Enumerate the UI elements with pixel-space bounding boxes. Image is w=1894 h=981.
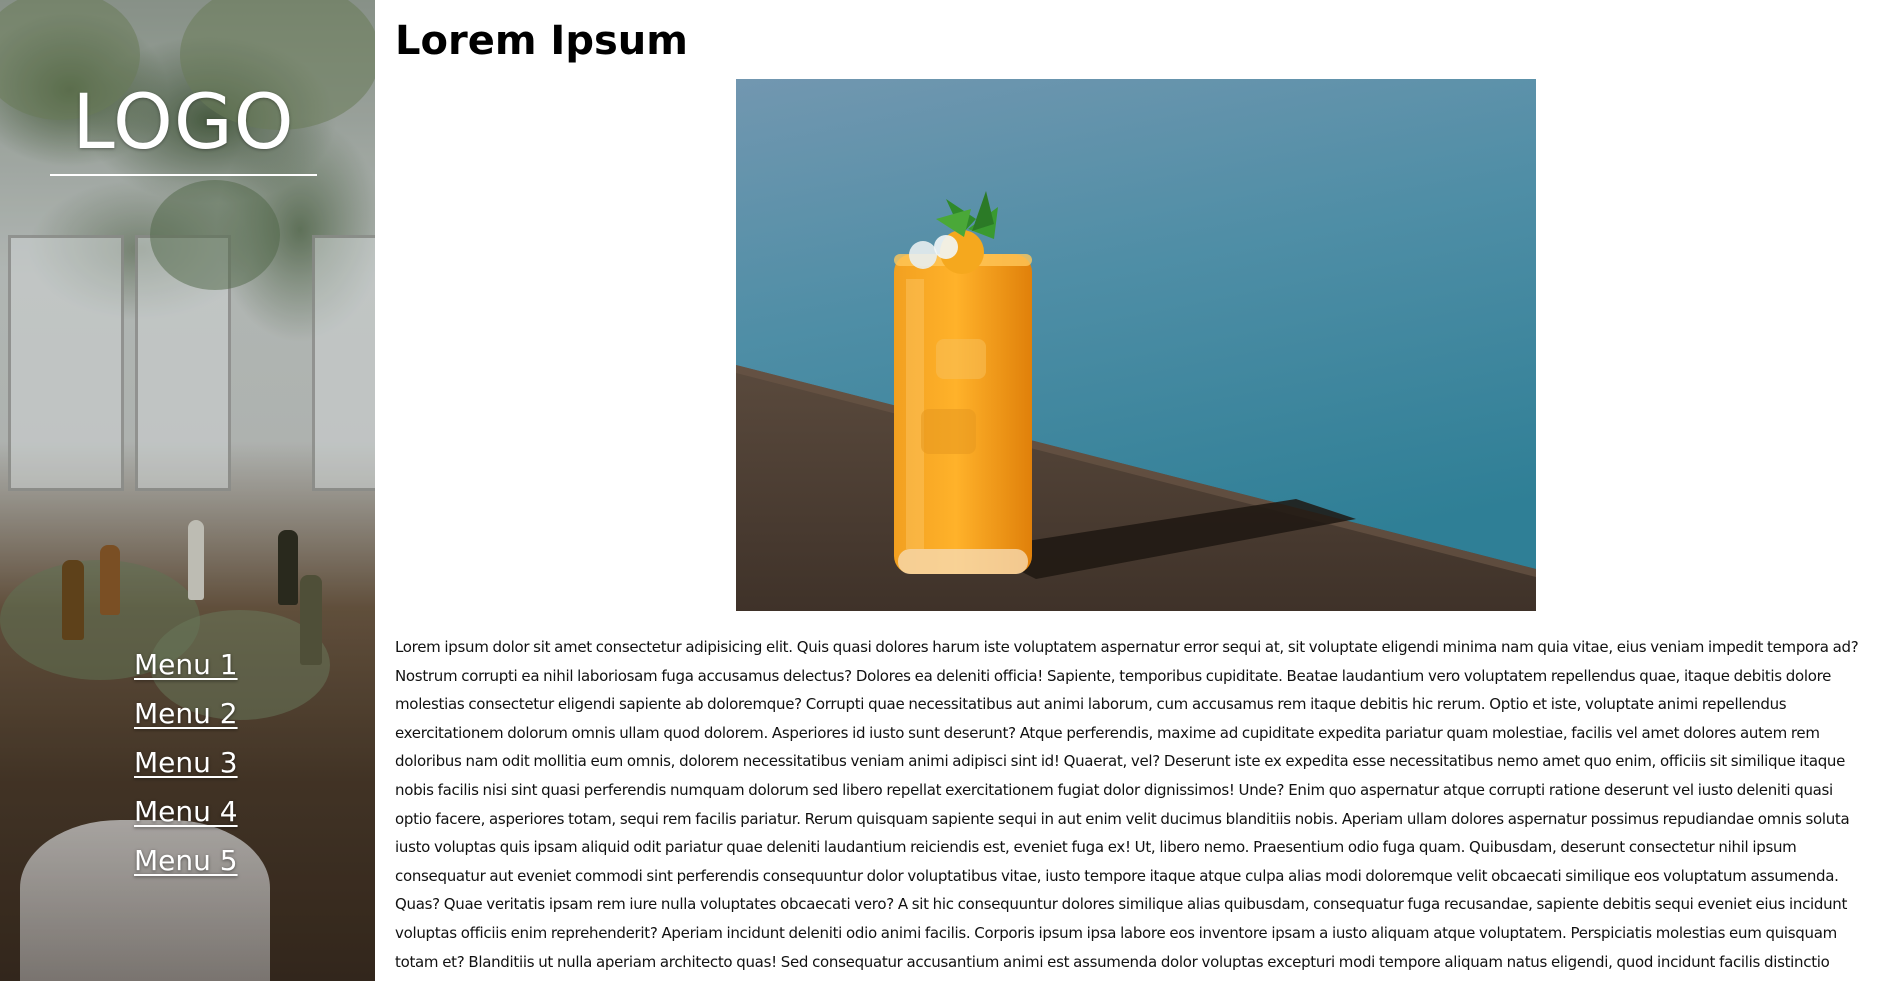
cocktail-photo-icon (736, 79, 1536, 611)
body-paragraph: Lorem ipsum dolor sit amet consectetur a… (395, 638, 1859, 971)
menu-item: Menu 5 (134, 836, 238, 885)
menu-link-1[interactable]: Menu 1 (134, 648, 238, 681)
menu-link-2[interactable]: Menu 2 (134, 697, 238, 730)
hero-image (736, 79, 1536, 611)
menu-item: Menu 4 (134, 787, 238, 836)
page-title: Lorem Ipsum (395, 18, 688, 64)
menu-item: Menu 3 (134, 738, 238, 787)
logo-underline (50, 174, 317, 176)
page: LOGO Menu 1 Menu 2 Menu 3 Menu 4 Menu 5 … (0, 0, 1894, 981)
menu-item: Menu 1 (134, 640, 238, 689)
sidebar: LOGO Menu 1 Menu 2 Menu 3 Menu 4 Menu 5 (0, 0, 375, 981)
menu-link-5[interactable]: Menu 5 (134, 844, 238, 877)
main-content: Lorem Ipsum Lorem ipsum dolor sit amet c… (395, 0, 1877, 981)
logo[interactable]: LOGO (50, 78, 317, 166)
sidebar-menu: Menu 1 Menu 2 Menu 3 Menu 4 Menu 5 (134, 640, 238, 885)
menu-link-3[interactable]: Menu 3 (134, 746, 238, 779)
menu-item: Menu 2 (134, 689, 238, 738)
menu-link-4[interactable]: Menu 4 (134, 795, 238, 828)
